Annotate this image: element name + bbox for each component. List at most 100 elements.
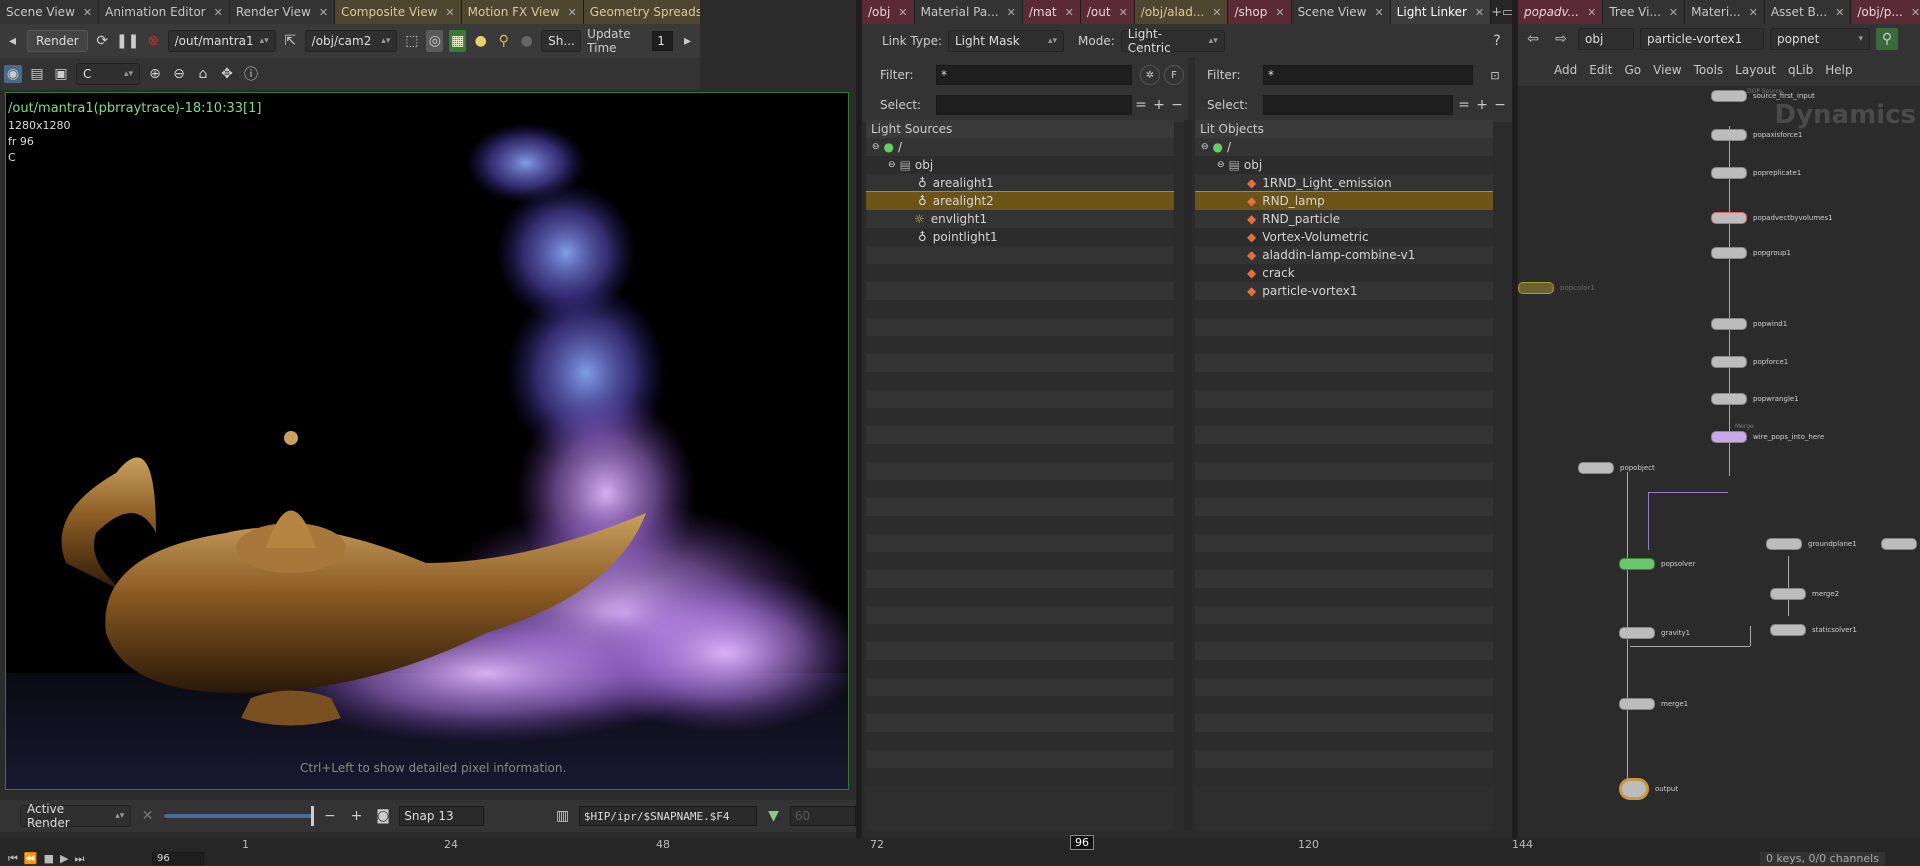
tab-material-palette[interactable]: Material Pa... ✕: [914, 0, 1023, 24]
disk-icon[interactable]: ▥: [552, 805, 573, 827]
network-node[interactable]: popgroup1: [1711, 247, 1791, 259]
snapshot-slider[interactable]: [163, 806, 314, 826]
tab-composite-view[interactable]: Composite View ✕: [335, 0, 462, 24]
back-arrow-icon[interactable]: ⇦: [1522, 28, 1544, 50]
tree-row-root[interactable]: ⊖ ● /: [866, 138, 1174, 156]
step-back-icon[interactable]: ⏪: [24, 852, 38, 866]
light-filter-field[interactable]: *: [936, 65, 1132, 85]
close-icon[interactable]: ✕: [319, 6, 328, 19]
minus-icon[interactable]: −: [320, 805, 341, 827]
object-row[interactable]: ◆ RND_particle: [1195, 210, 1493, 228]
menu-view[interactable]: View: [1653, 63, 1681, 77]
tree-row-obj[interactable]: ⊖ ▤ obj: [866, 156, 1174, 174]
network-node-solver[interactable]: popsolver: [1619, 558, 1695, 570]
render-viewport[interactable]: /out/mantra1(pbrraytrace)-18:10:33[1] 12…: [5, 92, 849, 790]
close-icon[interactable]: ✕: [1374, 6, 1383, 19]
save-icon[interactable]: ▼: [763, 805, 784, 827]
info-icon[interactable]: ⓘ: [242, 63, 260, 85]
select-remove-icon[interactable]: −: [1168, 95, 1186, 115]
object-row-selected[interactable]: ◆ RND_lamp: [1195, 191, 1493, 211]
object-row[interactable]: ◆ Vortex-Volumetric: [1195, 228, 1493, 246]
path-obj[interactable]: obj: [1578, 28, 1634, 50]
frame-field[interactable]: 96: [152, 852, 204, 865]
pointer-icon[interactable]: ⬚: [403, 30, 420, 52]
close-icon[interactable]: ✕: [1749, 6, 1758, 19]
network-node[interactable]: groundplane1: [1766, 538, 1857, 550]
last-frame-icon[interactable]: ⏭: [74, 852, 84, 866]
menu-go[interactable]: Go: [1624, 63, 1641, 77]
menu-add[interactable]: Add: [1554, 63, 1577, 77]
close-icon[interactable]: ✕: [568, 6, 577, 19]
network-node[interactable]: popobject: [1578, 462, 1655, 474]
first-frame-icon[interactable]: ⏮: [8, 852, 18, 866]
collapse-icon[interactable]: ⊖: [1217, 160, 1225, 170]
tab-scene-view-2[interactable]: Scene View ✕: [1291, 0, 1391, 24]
pin-icon[interactable]: ⚲: [1876, 28, 1898, 50]
collapse-icon[interactable]: ⊖: [872, 142, 880, 152]
zoom-in-icon[interactable]: ⊕: [146, 63, 164, 85]
circle-icon[interactable]: ●: [518, 30, 535, 52]
tab-material[interactable]: Materi... ✕: [1685, 0, 1765, 24]
menu-tools[interactable]: Tools: [1694, 63, 1724, 77]
chevron-left-icon[interactable]: ◂: [4, 30, 21, 52]
network-node[interactable]: merge1: [1619, 698, 1688, 710]
camera-snapshot-icon[interactable]: ◙: [373, 805, 394, 827]
home-icon[interactable]: ⌂: [194, 63, 212, 85]
monitor-icon[interactable]: ▣: [52, 65, 70, 83]
close-icon[interactable]: ✕: [445, 6, 454, 19]
light-row-selected[interactable]: ♁ arealight2: [866, 191, 1174, 211]
shading-select[interactable]: Sh...: [541, 30, 582, 52]
select-add-icon[interactable]: +: [1473, 95, 1491, 115]
close-icon[interactable]: ✕: [137, 805, 158, 827]
pan-icon[interactable]: ✥: [218, 63, 236, 85]
collapse-icon[interactable]: ⊖: [888, 160, 896, 170]
tab-obj-aladdin[interactable]: /obj/alad... ✕: [1134, 0, 1229, 24]
rgb-display-icon[interactable]: ◉: [4, 65, 22, 83]
network-node[interactable]: popreplicate1: [1711, 167, 1801, 179]
light-row[interactable]: ♁ arealight1: [866, 174, 1174, 192]
tab-scene-view[interactable]: Scene View ✕: [0, 0, 100, 24]
help-icon[interactable]: ?: [1486, 30, 1508, 52]
snap-path-field[interactable]: $HIP/ipr/$SNAPNAME.$F4: [578, 806, 758, 826]
refresh-icon[interactable]: ⟳: [94, 30, 111, 52]
close-icon[interactable]: ✕: [214, 6, 223, 19]
object-filter-field[interactable]: *: [1263, 65, 1473, 85]
stop-icon[interactable]: ■: [44, 852, 54, 866]
pane-menu-icon[interactable]: ▭: [1502, 0, 1512, 24]
tab-light-linker[interactable]: Light Linker ✕: [1390, 0, 1492, 24]
collapse-icon[interactable]: ⊖: [1201, 142, 1209, 152]
pause-icon[interactable]: ❚❚: [116, 30, 139, 52]
close-icon[interactable]: ✕: [1007, 6, 1016, 19]
camera-select[interactable]: /obj/cam2 ▴▾: [304, 30, 398, 52]
chevron-right-icon[interactable]: ▸: [679, 30, 696, 52]
color-icon[interactable]: ▦: [449, 30, 467, 52]
preview-icon[interactable]: ◎: [426, 30, 444, 52]
object-select-field[interactable]: [1263, 95, 1453, 115]
driver-select[interactable]: /out/mantra1 ▴▾: [167, 30, 276, 52]
close-icon[interactable]: ✕: [1065, 6, 1074, 19]
close-icon[interactable]: ✕: [1587, 6, 1596, 19]
network-node[interactable]: staticobject1: [1881, 538, 1920, 550]
close-icon[interactable]: ✕: [1119, 6, 1128, 19]
tab-geometry-spreadsheet[interactable]: Geometry Spreadsheet✕: [583, 0, 700, 24]
zoom-icon[interactable]: ⚲: [495, 30, 512, 52]
tab-popadvect[interactable]: popadv... ✕: [1518, 0, 1604, 24]
light-select-field[interactable]: [936, 95, 1132, 115]
network-node-bypassed[interactable]: popcolor1: [1518, 282, 1595, 294]
network-node[interactable]: popwrangle1: [1711, 393, 1799, 405]
close-icon[interactable]: ✕: [1911, 6, 1920, 19]
tab-tree-view[interactable]: Tree Vi... ✕: [1603, 0, 1686, 24]
menu-edit[interactable]: Edit: [1589, 63, 1612, 77]
tab-out[interactable]: /out ✕: [1080, 0, 1135, 24]
tab-obj[interactable]: /obj ✕: [862, 0, 915, 24]
render-button[interactable]: Render: [26, 30, 88, 52]
filter-f-icon[interactable]: F: [1164, 65, 1184, 85]
link-type-select[interactable]: Light Mask ▴▾: [948, 30, 1064, 52]
menu-help[interactable]: Help: [1825, 63, 1852, 77]
tab-motion-fx-view[interactable]: Motion FX View ✕: [461, 0, 584, 24]
select-add-icon[interactable]: +: [1150, 95, 1168, 115]
current-frame-marker[interactable]: 96: [1070, 835, 1094, 850]
close-icon[interactable]: ✕: [1212, 6, 1221, 19]
select-equal-icon[interactable]: =: [1132, 95, 1150, 115]
object-row[interactable]: ◆ aladdin-lamp-combine-v1: [1195, 246, 1493, 264]
